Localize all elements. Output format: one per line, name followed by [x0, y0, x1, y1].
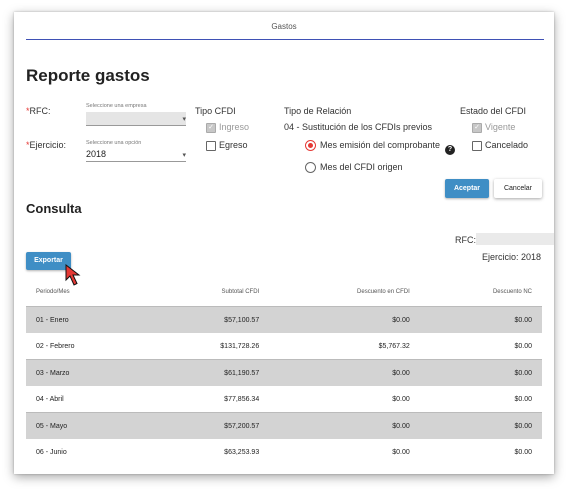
- table-header-row: Periodo/Mes Subtotal CFDI Descuento en C…: [26, 278, 542, 307]
- report-window: Gastos Reporte gastos *RFC: Seleccione u…: [14, 12, 554, 474]
- table-cell: $0.00: [269, 306, 420, 333]
- table-cell: 04 - Abril: [36, 395, 64, 403]
- table-cell: 05 - Mayo: [26, 412, 148, 439]
- tipo-cfdi-heading: Tipo CFDI: [195, 106, 236, 116]
- table-cell: $0.00: [514, 395, 532, 403]
- table-row[interactable]: 06 - Junio $63,253.93 $0.00 $0.00: [26, 439, 542, 465]
- table-cell: $131,728.26: [220, 342, 260, 350]
- table-cell: $0.00: [514, 448, 532, 456]
- table-cell: $0.00: [419, 359, 542, 386]
- column-header-subtotal[interactable]: Subtotal CFDI: [147, 278, 269, 307]
- mes-cfdi-origen-label: Mes del CFDI origen: [320, 162, 403, 172]
- table-cell: 01 - Enero: [26, 306, 148, 333]
- table-row[interactable]: 03 - Marzo $61,190.57 $0.00 $0.00: [26, 359, 542, 386]
- accept-button[interactable]: Aceptar: [445, 179, 489, 198]
- ejercicio-value: 2018: [86, 149, 107, 159]
- cancel-button[interactable]: Cancelar: [494, 179, 542, 198]
- rfc-caption: Seleccione una empresa: [86, 103, 147, 109]
- rfc-select[interactable]: ▾: [86, 112, 186, 126]
- table-cell: $61,190.57: [147, 359, 270, 386]
- vigente-checkbox[interactable]: ✓: [472, 123, 482, 133]
- rfc-label: *RFC:: [26, 106, 51, 116]
- consulta-rfc-label: RFC:: [455, 235, 476, 245]
- table-cell: $5,767.32: [378, 342, 410, 350]
- table-cell: $0.00: [514, 342, 532, 350]
- table-cell: $0.00: [419, 412, 542, 439]
- mes-cfdi-origen-radio[interactable]: [305, 162, 316, 173]
- cancelado-checkbox[interactable]: [472, 141, 482, 151]
- table-cell: $63,253.93: [224, 448, 260, 456]
- question-circle-icon[interactable]: ?: [445, 145, 455, 155]
- table-row[interactable]: 05 - Mayo $57,200.57 $0.00 $0.00: [26, 412, 542, 439]
- column-header-descuento-cfdi[interactable]: Descuento en CFDI: [269, 278, 420, 307]
- mes-emision-radio[interactable]: [305, 140, 316, 151]
- table-cell: $0.00: [419, 306, 542, 333]
- table-cell: $0.00: [269, 412, 420, 439]
- report-table: Periodo/Mes Subtotal CFDI Descuento en C…: [26, 278, 542, 465]
- ejercicio-label-text: Ejercicio:: [29, 140, 67, 150]
- vigente-label: Vigente: [485, 122, 516, 132]
- consulta-ejercicio: Ejercicio: 2018: [482, 252, 542, 262]
- mes-emision-label: Mes emisión del comprobante: [320, 140, 441, 150]
- ejercicio-select[interactable]: 2018 ▾: [86, 148, 186, 162]
- table-row[interactable]: 02 - Febrero $131,728.26 $5,767.32 $0.00: [26, 333, 542, 360]
- ejercicio-caption: Seleccione una opción: [86, 140, 142, 146]
- table-row[interactable]: 04 - Abril $77,856.34 $0.00 $0.00: [26, 386, 542, 413]
- egreso-checkbox[interactable]: [206, 141, 216, 151]
- ingreso-checkbox[interactable]: ✓: [206, 123, 216, 133]
- consulta-rfc-value: [476, 233, 554, 245]
- rfc-label-text: RFC:: [29, 106, 51, 116]
- table-cell: $0.00: [269, 359, 420, 386]
- table-cell: $77,856.34: [224, 395, 260, 403]
- header-title: Gastos: [271, 22, 297, 31]
- column-header-periodo[interactable]: Periodo/Mes: [26, 278, 147, 307]
- table-cell: 03 - Marzo: [26, 359, 148, 386]
- tipo-relacion-heading: Tipo de Relación: [284, 106, 352, 116]
- table-cell: 06 - Junio: [36, 448, 67, 456]
- egreso-label: Egreso: [219, 140, 248, 150]
- table-cell: $57,200.57: [147, 412, 270, 439]
- table-cell: 02 - Febrero: [36, 342, 75, 350]
- page-title: Reporte gastos: [26, 66, 150, 85]
- ejercicio-label: *Ejercicio:: [26, 140, 66, 150]
- table-row[interactable]: 01 - Enero $57,100.57 $0.00 $0.00: [26, 306, 542, 333]
- table-cell: $57,100.57: [147, 306, 270, 333]
- caret-down-icon: ▾: [182, 152, 186, 159]
- caret-down-icon: ▾: [182, 116, 186, 123]
- header-divider: [26, 39, 544, 40]
- tipo-relacion-value[interactable]: 04 - Sustitución de los CFDIs previos: [284, 122, 432, 132]
- estado-cfdi-heading: Estado del CFDI: [460, 106, 527, 116]
- column-header-descuento-nc[interactable]: Descuento NC: [420, 278, 542, 307]
- table-cell: $0.00: [392, 448, 410, 456]
- table-cell: $0.00: [392, 395, 410, 403]
- ingreso-label: Ingreso: [219, 122, 250, 132]
- cancelado-label: Cancelado: [485, 140, 529, 150]
- consulta-title: Consulta: [26, 201, 82, 216]
